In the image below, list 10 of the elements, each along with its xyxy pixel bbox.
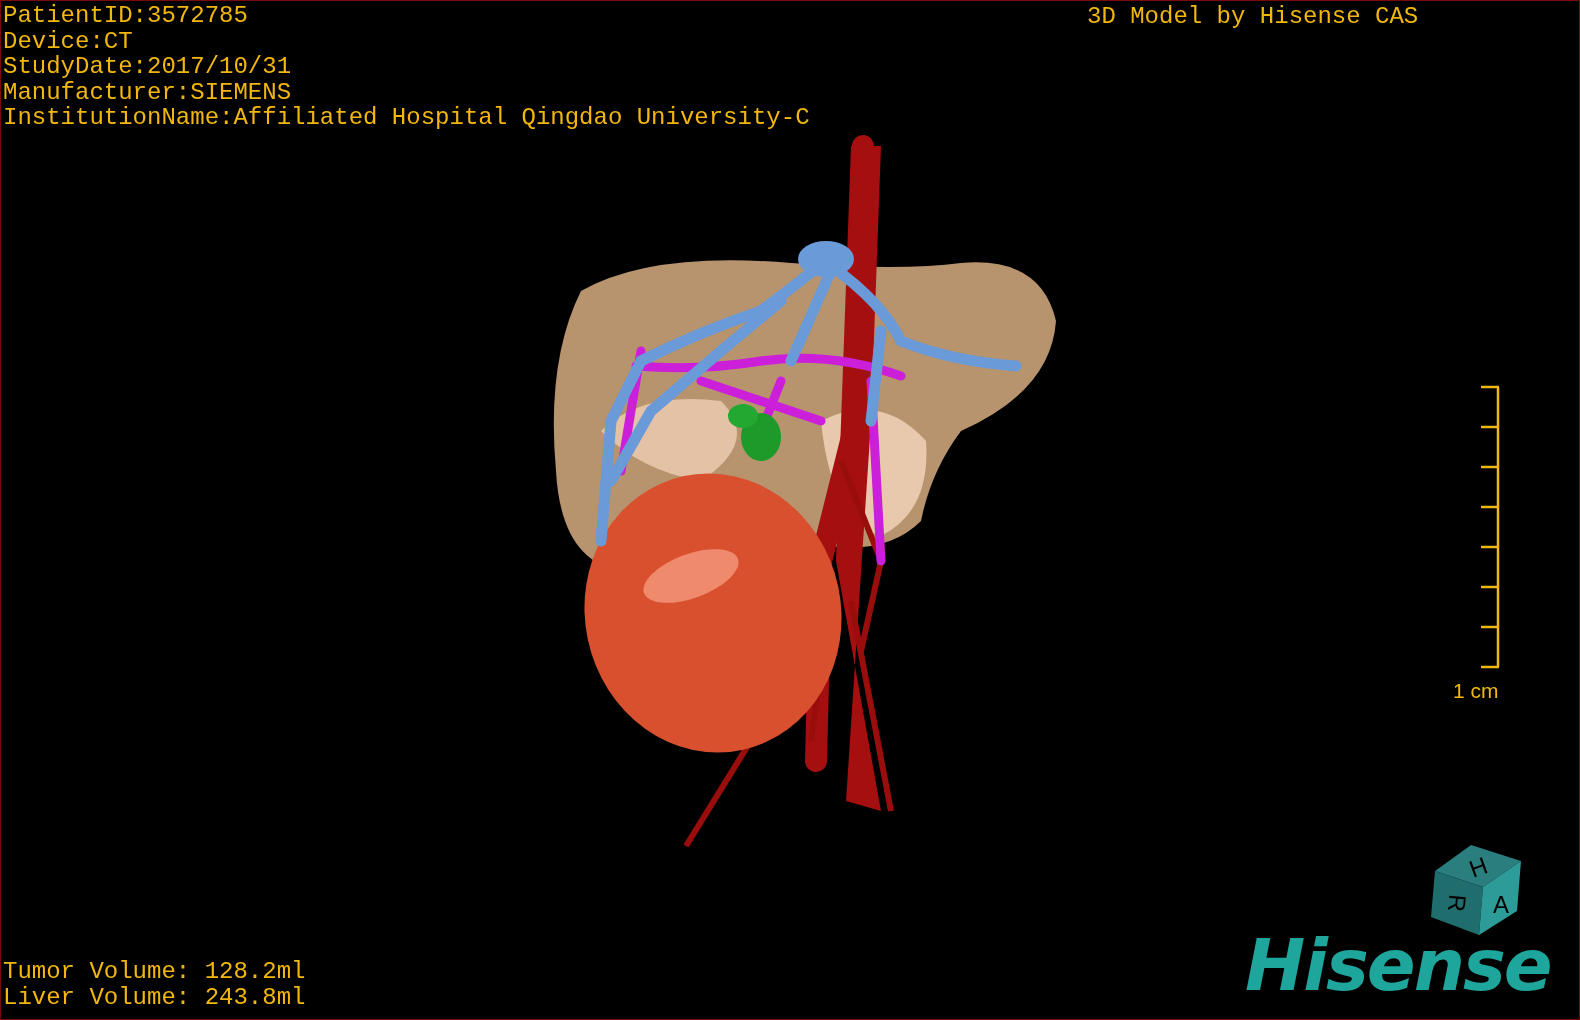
scale-label: 1 cm [1453,678,1499,704]
info-text: Device:CT [3,28,134,55]
viewer-title: 3D Model by Hisense CAS [1087,4,1419,30]
volume-text: Liver Volume: 243.8ml [3,984,306,1011]
scale-bar-icon [1481,385,1500,669]
info-text: InstitutionName:Affiliated Hospital Qingdao University-C [3,105,810,131]
info-text: PatientID:3572785 [3,3,249,29]
info-text: Manufacturer:SIEMENS [3,79,293,106]
volume-text: Tumor Volume: 128.2ml [3,959,306,985]
info-text: StudyDate:2017/10/31 [3,54,293,80]
